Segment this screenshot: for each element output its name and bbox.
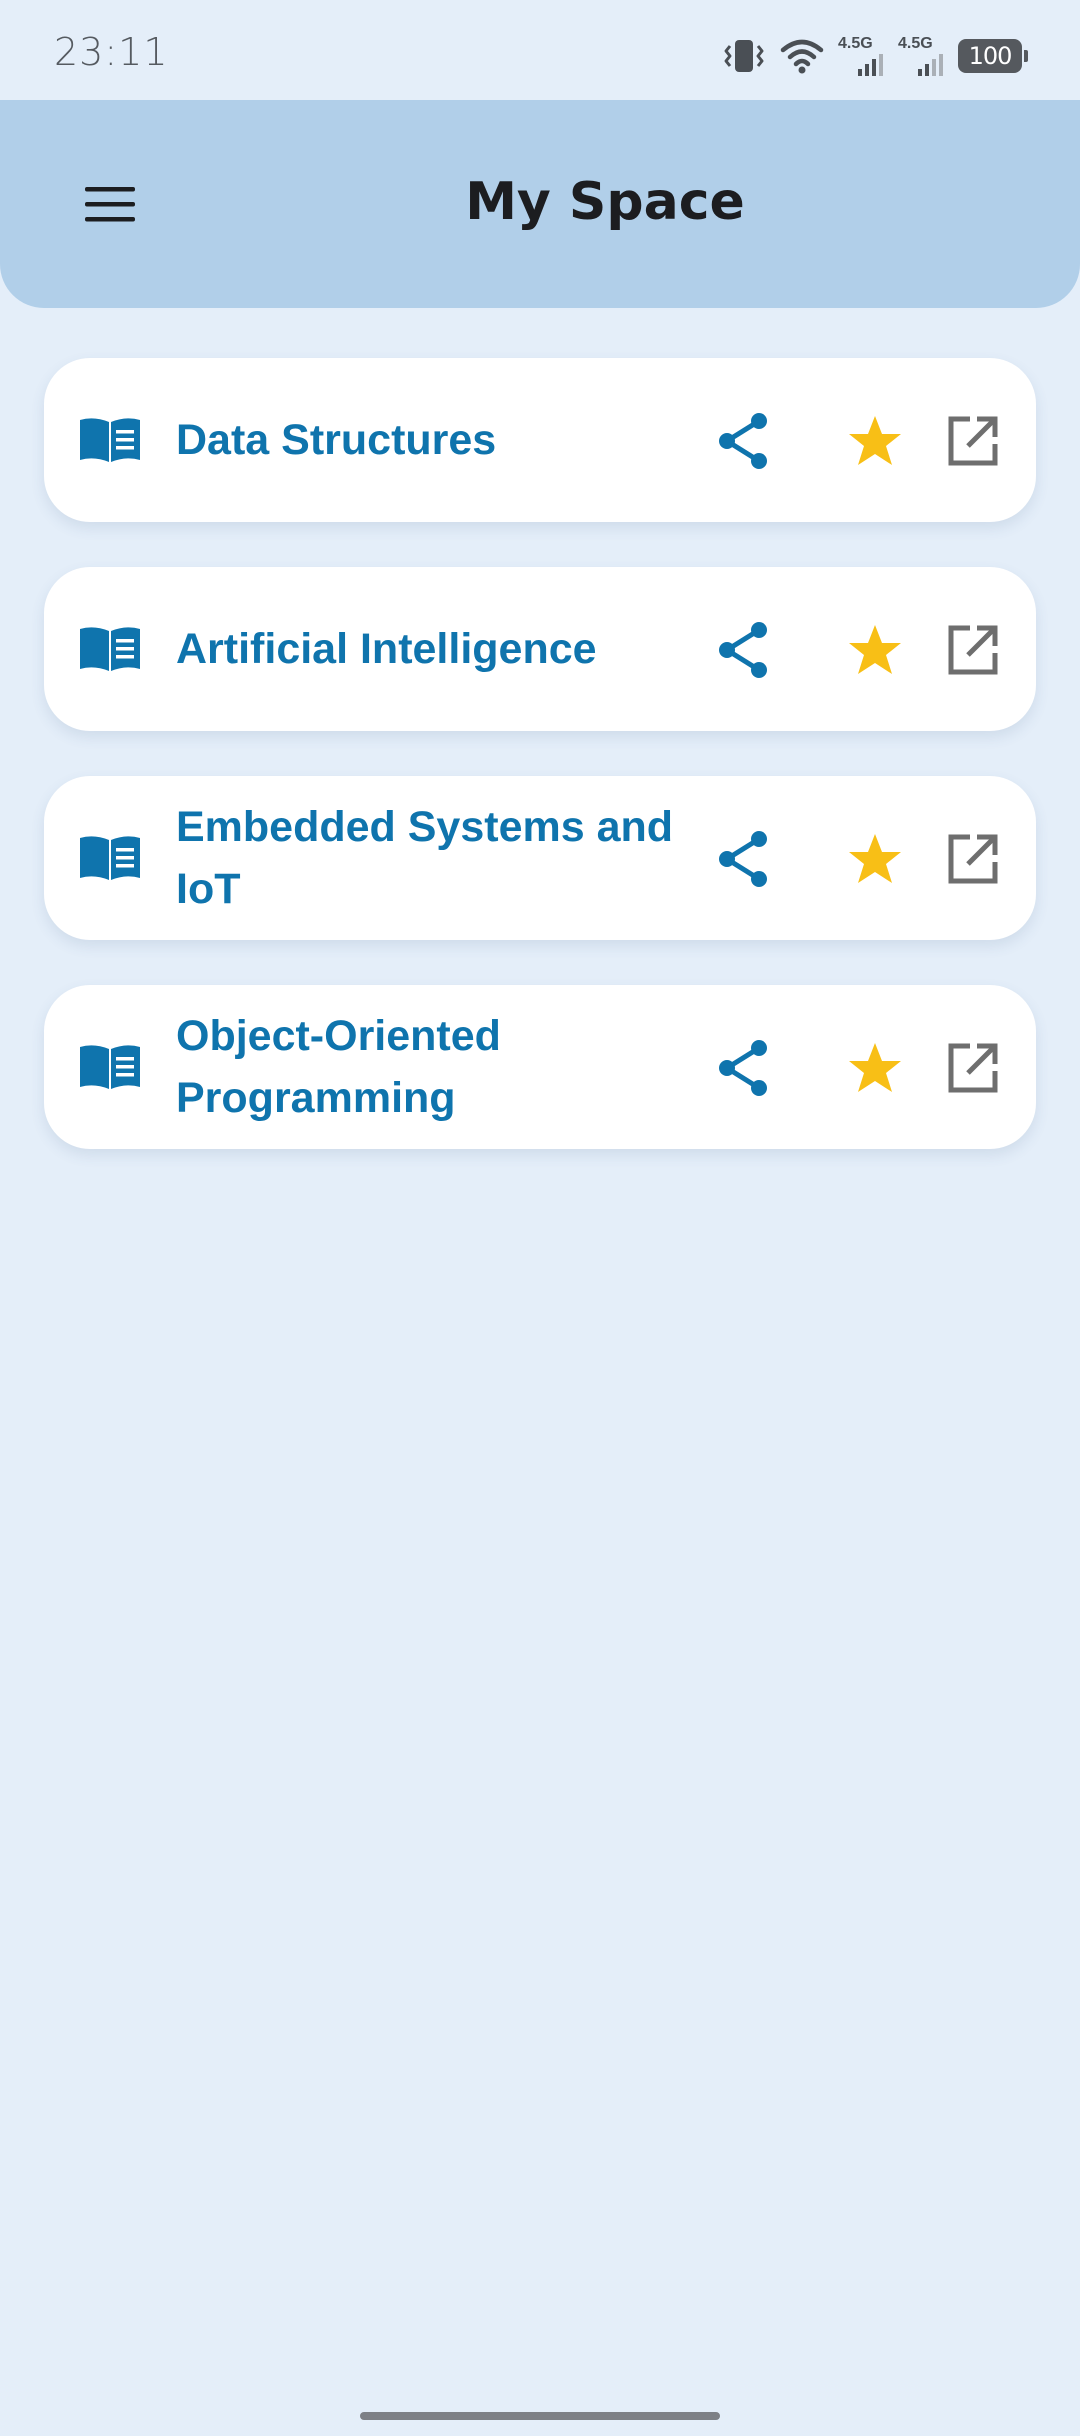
open-external-icon bbox=[948, 834, 998, 884]
battery-level: 100 bbox=[968, 42, 1013, 70]
open-external-icon bbox=[948, 416, 998, 466]
favorite-button[interactable] bbox=[836, 611, 914, 689]
book-icon bbox=[80, 836, 140, 880]
star-icon bbox=[849, 834, 901, 883]
subject-card[interactable]: Object-Oriented Programming bbox=[44, 985, 1036, 1149]
subject-title: Data Structures bbox=[176, 416, 497, 464]
open-external-icon bbox=[948, 625, 998, 675]
share-icon bbox=[719, 413, 767, 469]
vibrate-icon bbox=[724, 40, 764, 72]
subject-card[interactable]: Embedded Systems and IoT bbox=[44, 776, 1036, 940]
open-external-button[interactable] bbox=[934, 611, 1012, 689]
status-icons: 4.5G 4.5G 100 bbox=[722, 36, 1028, 76]
subject-title: Embedded Systems and IoT bbox=[176, 803, 674, 913]
subject-card[interactable]: Data Structures bbox=[44, 358, 1036, 522]
share-button[interactable] bbox=[704, 611, 782, 689]
share-button[interactable] bbox=[704, 402, 782, 480]
page-title: My Space bbox=[465, 172, 745, 232]
status-bar: 23:11 4.5G 4.5G 100 bbox=[0, 0, 1080, 100]
book-icon bbox=[80, 627, 140, 671]
signal-sim1: 4.5G bbox=[838, 36, 884, 76]
favorite-button[interactable] bbox=[836, 1029, 914, 1107]
signal-icon bbox=[858, 54, 883, 76]
open-external-icon bbox=[948, 1043, 998, 1093]
app-bar: My Space bbox=[0, 100, 1080, 308]
star-icon bbox=[849, 416, 901, 465]
open-external-button[interactable] bbox=[934, 820, 1012, 898]
subject-title: Object-Oriented Programming bbox=[176, 1012, 501, 1122]
battery-icon: 100 bbox=[958, 39, 1028, 73]
open-external-button[interactable] bbox=[934, 402, 1012, 480]
network-type-label: 4.5G bbox=[898, 35, 933, 52]
home-indicator[interactable] bbox=[360, 2412, 720, 2420]
subject-title: Artificial Intelligence bbox=[176, 625, 597, 673]
share-icon bbox=[719, 622, 767, 678]
wifi-icon bbox=[780, 39, 824, 74]
share-icon bbox=[719, 831, 767, 887]
favorite-button[interactable] bbox=[836, 402, 914, 480]
share-button[interactable] bbox=[704, 1029, 782, 1107]
status-time: 23:11 bbox=[54, 30, 169, 74]
favorite-button[interactable] bbox=[836, 820, 914, 898]
subject-card[interactable]: Artificial Intelligence bbox=[44, 567, 1036, 731]
network-type-label: 4.5G bbox=[838, 35, 873, 52]
signal-icon bbox=[918, 54, 943, 76]
share-icon bbox=[719, 1040, 767, 1096]
star-icon bbox=[849, 625, 901, 674]
book-icon bbox=[80, 418, 140, 462]
subject-list: Data Structures Artificial Intelligence … bbox=[44, 358, 1036, 1194]
open-external-button[interactable] bbox=[934, 1029, 1012, 1107]
star-icon bbox=[849, 1043, 901, 1092]
signal-sim2: 4.5G bbox=[898, 36, 944, 76]
share-button[interactable] bbox=[704, 820, 782, 898]
book-icon bbox=[80, 1045, 140, 1089]
